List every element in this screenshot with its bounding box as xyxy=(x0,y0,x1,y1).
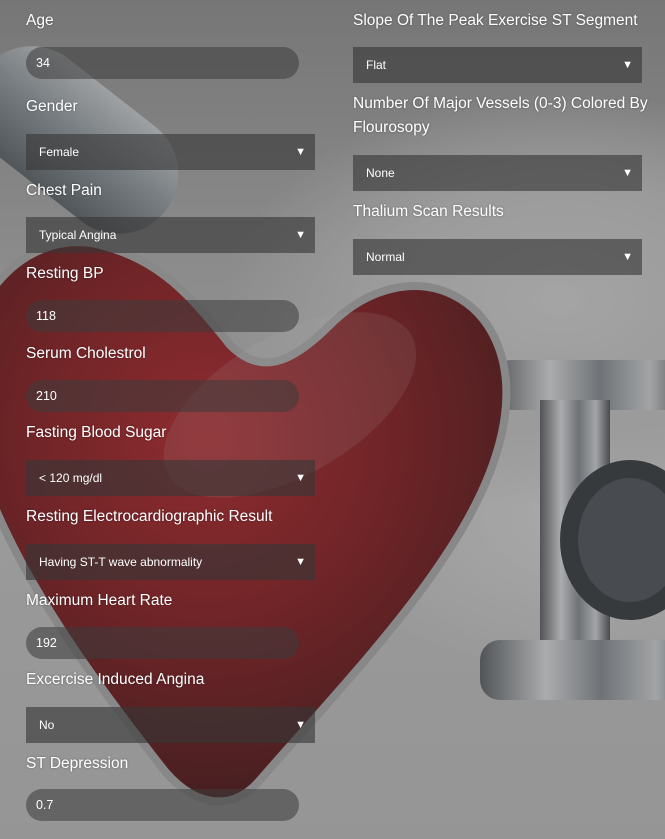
resting-bp-input[interactable]: 118 xyxy=(26,300,299,332)
caret-down-icon: ▼ xyxy=(295,146,306,158)
gender-selected-value: Female xyxy=(39,145,80,159)
thalium-selected-value: Normal xyxy=(366,250,405,264)
major-vessels-select[interactable]: None ▼ xyxy=(353,155,642,191)
caret-down-icon: ▼ xyxy=(622,251,633,263)
gender-label: Gender xyxy=(26,98,78,115)
slope-selected-value: Flat xyxy=(366,58,387,72)
age-label: Age xyxy=(26,12,54,29)
resting-ecg-selected-value: Having ST-T wave abnormality xyxy=(39,555,203,569)
gender-select[interactable]: Female ▼ xyxy=(26,134,315,170)
slope-select[interactable]: Flat ▼ xyxy=(353,47,642,83)
major-vessels-label: Number Of Major Vessels (0-3) Colored By… xyxy=(353,95,648,136)
resting-bp-label: Resting BP xyxy=(26,265,104,282)
resting-ecg-label: Resting Electrocardiographic Result xyxy=(26,508,273,525)
caret-down-icon: ▼ xyxy=(295,472,306,484)
major-vessels-selected-value: None xyxy=(366,166,395,180)
max-heart-rate-input[interactable]: 192 xyxy=(26,627,299,659)
chest-pain-select[interactable]: Typical Angina ▼ xyxy=(26,217,315,253)
serum-cholestrol-input[interactable]: 210 xyxy=(26,380,299,412)
caret-down-icon: ▼ xyxy=(622,167,633,179)
fasting-blood-sugar-selected-value: < 120 mg/dl xyxy=(39,471,103,485)
max-heart-rate-label: Maximum Heart Rate xyxy=(26,592,173,609)
exercise-angina-selected-value: No xyxy=(39,718,55,732)
serum-cholestrol-label: Serum Cholestrol xyxy=(26,345,146,362)
caret-down-icon: ▼ xyxy=(295,556,306,568)
caret-down-icon: ▼ xyxy=(622,59,633,71)
age-input[interactable]: 34 xyxy=(26,47,299,79)
chest-pain-label: Chest Pain xyxy=(26,182,102,199)
st-depression-input[interactable]: 0.7 xyxy=(26,789,299,821)
thalium-label: Thalium Scan Results xyxy=(353,203,504,220)
exercise-angina-label: Excercise Induced Angina xyxy=(26,671,205,688)
fasting-blood-sugar-select[interactable]: < 120 mg/dl ▼ xyxy=(26,460,315,496)
caret-down-icon: ▼ xyxy=(295,719,306,731)
thalium-select[interactable]: Normal ▼ xyxy=(353,239,642,275)
caret-down-icon: ▼ xyxy=(295,229,306,241)
exercise-angina-select[interactable]: No ▼ xyxy=(26,707,315,743)
slope-label: Slope Of The Peak Exercise ST Segment xyxy=(353,12,638,29)
fasting-blood-sugar-label: Fasting Blood Sugar xyxy=(26,424,167,441)
st-depression-label: ST Depression xyxy=(26,755,129,772)
resting-ecg-select[interactable]: Having ST-T wave abnormality ▼ xyxy=(26,544,315,580)
chest-pain-selected-value: Typical Angina xyxy=(39,228,117,242)
